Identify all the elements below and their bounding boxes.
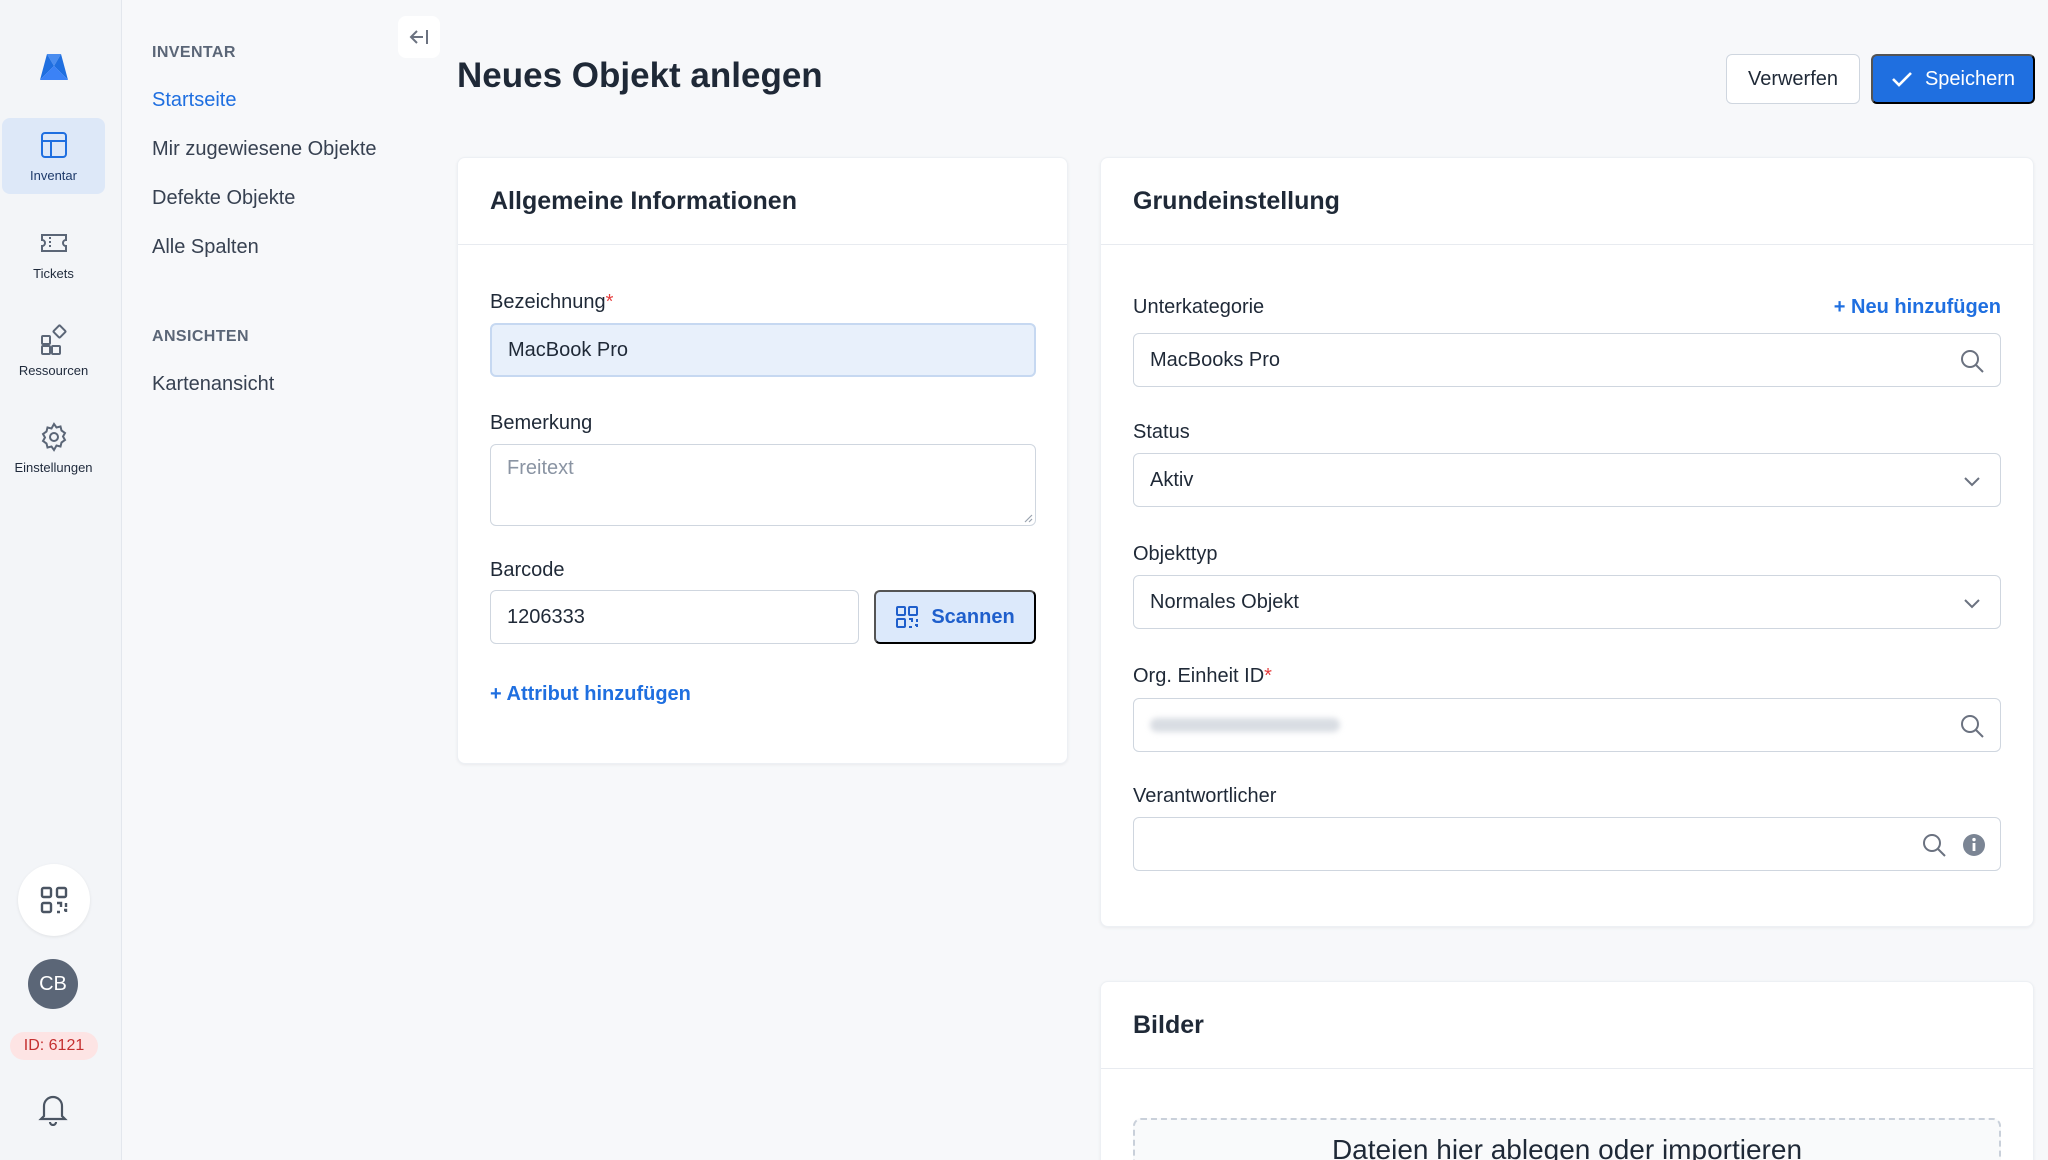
- barcode-label: Barcode: [490, 559, 565, 581]
- general-info-card: Allgemeine Informationen Bezeichnung* Ma…: [457, 157, 1068, 764]
- app-logo-icon[interactable]: [34, 50, 74, 90]
- scan-button-label: Scannen: [931, 605, 1015, 628]
- images-card: Bilder Dateien hier ablegen oder importi…: [1100, 981, 2034, 1160]
- org-unit-input[interactable]: [1133, 698, 2001, 752]
- required-marker: *: [1264, 665, 1272, 687]
- add-attribute-link[interactable]: + Attribut hinzufügen: [490, 683, 691, 706]
- resources-icon: [40, 324, 66, 355]
- rail-item-einstellungen[interactable]: Einstellungen: [2, 410, 105, 486]
- subnav-link-startseite[interactable]: Startseite: [152, 89, 236, 112]
- sub-navigation: INVENTAR Startseite Mir zugewiesene Obje…: [122, 0, 442, 1160]
- remark-textarea[interactable]: Freitext: [490, 444, 1036, 526]
- card-title: Grundeinstellung: [1101, 158, 2033, 245]
- status-select[interactable]: Aktiv: [1133, 453, 2001, 507]
- chevron-down-icon: [1964, 477, 1980, 487]
- responsible-label: Verantwortlicher: [1133, 785, 1277, 807]
- rail-item-label: Ressourcen: [18, 363, 89, 378]
- remark-placeholder: Freitext: [507, 457, 574, 479]
- object-type-label: Objekttyp: [1133, 543, 1218, 565]
- barcode-input[interactable]: 1206333: [490, 590, 859, 644]
- responsible-input[interactable]: [1133, 817, 2001, 871]
- qr-code-icon: [40, 886, 68, 914]
- subnav-link-kartenansicht[interactable]: Kartenansicht: [152, 373, 274, 396]
- ticket-icon: [40, 234, 67, 252]
- subnav-link-alle-spalten[interactable]: Alle Spalten: [152, 236, 259, 259]
- discard-button[interactable]: Verwerfen: [1726, 54, 1860, 104]
- icon-rail: Inventar Tickets Ressourcen Einstellunge…: [0, 0, 122, 1160]
- qr-scan-button[interactable]: [18, 864, 90, 936]
- rail-item-label: Inventar: [30, 168, 77, 183]
- chevron-down-icon: [1964, 599, 1980, 609]
- bell-icon[interactable]: [38, 1092, 68, 1126]
- add-new-link[interactable]: + Neu hinzufügen: [1834, 296, 2001, 319]
- org-unit-label: Org. Einheit ID*: [1133, 665, 1272, 688]
- rail-item-ressourcen[interactable]: Ressourcen: [2, 313, 105, 389]
- file-dropzone[interactable]: Dateien hier ablegen oder importieren: [1133, 1118, 2001, 1160]
- resize-handle-icon: [1024, 514, 1033, 523]
- search-icon: [1961, 715, 1984, 738]
- redacted-value: [1150, 718, 1340, 732]
- save-button-label: Speichern: [1924, 67, 2016, 90]
- rail-item-label: Tickets: [33, 266, 74, 281]
- remark-label: Bemerkung: [490, 412, 593, 434]
- info-icon[interactable]: [1960, 831, 1988, 859]
- name-label: Bezeichnung*: [490, 291, 613, 314]
- scan-button[interactable]: Scannen: [874, 590, 1036, 644]
- section-heading-inventar: INVENTAR: [152, 44, 236, 61]
- section-heading-ansichten: ANSICHTEN: [152, 328, 249, 345]
- rail-item-tickets[interactable]: Tickets: [2, 216, 105, 292]
- collapse-sidebar-button[interactable]: [398, 16, 440, 58]
- object-type-value: Normales Objekt: [1150, 590, 1299, 613]
- rail-item-inventar[interactable]: Inventar: [2, 118, 105, 194]
- gear-icon: [41, 422, 66, 452]
- save-button[interactable]: Speichern: [1871, 54, 2035, 104]
- search-icon: [1923, 834, 1946, 857]
- id-badge: ID: 6121: [10, 1032, 98, 1060]
- check-icon: [1892, 72, 1912, 87]
- table-icon: [40, 132, 67, 158]
- status-value: Aktiv: [1150, 468, 1194, 491]
- search-icon: [1961, 350, 1984, 373]
- subcategory-value: MacBooks Pro: [1150, 348, 1281, 371]
- user-avatar[interactable]: CB: [28, 959, 78, 1009]
- card-title: Allgemeine Informationen: [458, 158, 1067, 245]
- basic-settings-card: Grundeinstellung Unterkategorie + Neu hi…: [1100, 157, 2034, 927]
- rail-item-label: Einstellungen: [14, 460, 93, 475]
- org-unit-label-text: Org. Einheit ID: [1133, 665, 1265, 687]
- required-marker: *: [605, 291, 614, 313]
- subnav-link-defekte-objekte[interactable]: Defekte Objekte: [152, 187, 295, 210]
- subcategory-input[interactable]: MacBooks Pro: [1133, 333, 2001, 387]
- subnav-link-mir-zugewiesene-objekte[interactable]: Mir zugewiesene Objekte: [152, 138, 377, 161]
- page-title: Neues Objekt anlegen: [457, 56, 823, 95]
- name-label-text: Bezeichnung: [490, 291, 606, 313]
- name-input[interactable]: MacBook Pro: [490, 323, 1036, 377]
- qr-code-icon: [896, 606, 919, 628]
- collapse-arrow-icon: [409, 30, 428, 44]
- subcategory-label: Unterkategorie: [1133, 296, 1265, 318]
- status-label: Status: [1133, 421, 1190, 443]
- object-type-select[interactable]: Normales Objekt: [1133, 575, 2001, 629]
- card-title: Bilder: [1101, 982, 2033, 1069]
